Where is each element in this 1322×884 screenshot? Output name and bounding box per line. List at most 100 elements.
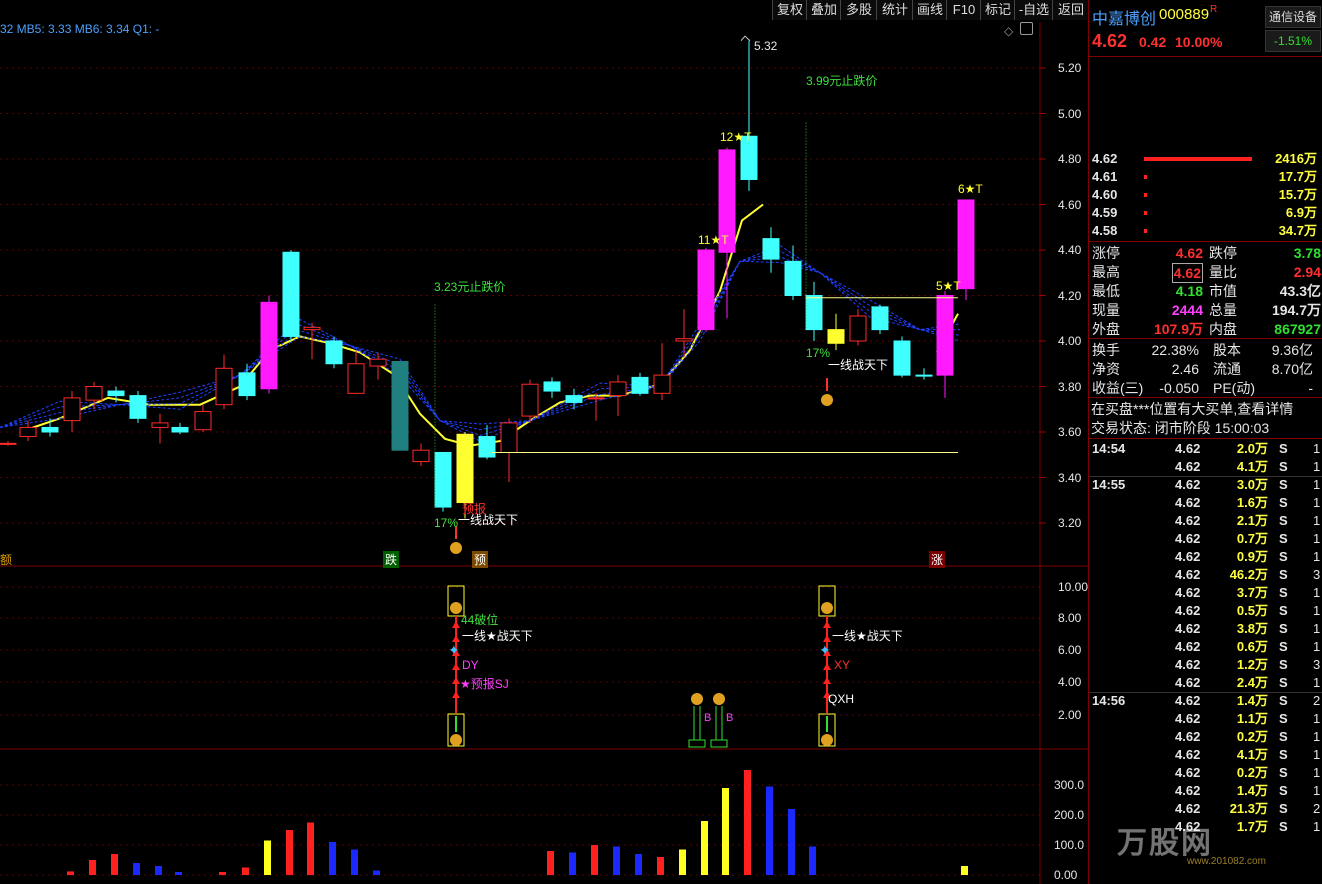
- sector-button[interactable]: 通信设备: [1265, 6, 1321, 28]
- candle-body: [0, 442, 17, 445]
- tick-price: 4.62: [1175, 657, 1201, 672]
- quote-label: 内盘: [1209, 321, 1237, 337]
- current-price: 4.62: [1092, 31, 1128, 51]
- tick-side: S: [1279, 567, 1288, 582]
- tick-side: S: [1279, 783, 1288, 798]
- high-price-label: 5.32: [754, 39, 778, 53]
- volume-bar: [133, 863, 140, 875]
- quote-label: 最高: [1092, 264, 1120, 280]
- quote-row: 外盘 107.9万 内盘 867927: [1089, 320, 1322, 338]
- price-axis-label: 3.20: [1058, 516, 1082, 530]
- tick-row: 14:54 4.62 2.0万 S 1: [1089, 440, 1322, 458]
- butterfly-icon: ✦: [448, 642, 460, 658]
- tick-count: 1: [1313, 603, 1321, 618]
- candle-body: [543, 381, 561, 392]
- tick-row: 4.62 4.1万 S 1: [1089, 746, 1322, 764]
- kline-chart[interactable]: ✦ ✦: [0, 0, 1088, 884]
- price-axis-label: 4.80: [1058, 152, 1082, 166]
- indicator-axis-label: 10.00: [1058, 580, 1089, 594]
- tick-side: S: [1279, 639, 1288, 654]
- tick-side: S: [1279, 747, 1288, 762]
- tick-price: 4.62: [1175, 513, 1201, 528]
- tick-row: 4.62 0.7万 S 1: [1089, 530, 1322, 548]
- tick-price: 4.62: [1175, 675, 1201, 690]
- candle-body: [171, 426, 189, 433]
- qxh-label: QXH: [828, 692, 855, 706]
- tick-volume: 1.4万: [1236, 783, 1268, 798]
- price-axis-label: 3.80: [1058, 379, 1082, 394]
- quote-label: 外盘: [1092, 321, 1120, 337]
- candle-body: [893, 340, 911, 376]
- quote2-row: 换手 22.38% 股本 9.36亿: [1089, 341, 1322, 359]
- tick-count: 3: [1313, 567, 1321, 582]
- candle-body: [260, 301, 278, 390]
- volume-bar: [175, 872, 182, 875]
- b-label-2: B: [726, 712, 734, 724]
- tick-row: 4.62 0.5万 S 1: [1089, 602, 1322, 620]
- quote-label: 跌停: [1209, 245, 1237, 261]
- tick-count: 1: [1313, 585, 1321, 600]
- candle-body: [238, 372, 256, 397]
- price-axis-label: 4.20: [1058, 288, 1082, 303]
- ask-price: 4.61: [1092, 169, 1118, 184]
- tick-volume: 0.2万: [1236, 729, 1268, 744]
- candle-body: [871, 306, 889, 331]
- tick-row: 4.62 46.2万 S 3: [1089, 566, 1322, 584]
- tick-row: 4.62 4.1万 S 1: [1089, 458, 1322, 476]
- order-book-row[interactable]: 4.62 2416万: [1089, 150, 1322, 168]
- price-axis-label: 4.40: [1058, 243, 1082, 257]
- volume-bar: [67, 871, 74, 875]
- volume-bar: [613, 846, 620, 875]
- candle-body: [521, 383, 539, 417]
- tick-volume: 0.9万: [1236, 549, 1268, 564]
- tick-volume: 0.7万: [1236, 531, 1268, 546]
- volume-bar: [961, 866, 968, 875]
- quote-value: 2.94: [1293, 264, 1321, 280]
- tick-row: 4.62 1.4万 S 1: [1089, 782, 1322, 800]
- quote-label: 量比: [1209, 264, 1237, 280]
- candle-body: [805, 295, 823, 331]
- order-book-row[interactable]: 4.60 15.7万: [1089, 186, 1322, 204]
- up-arrow-icon: [452, 663, 460, 670]
- quote-value: 2.46: [1171, 361, 1199, 377]
- order-book-row[interactable]: 4.61 17.7万: [1089, 168, 1322, 186]
- quote-label: 涨停: [1092, 245, 1120, 261]
- order-book-row[interactable]: 4.58 34.7万: [1089, 222, 1322, 240]
- ask-price: 4.62: [1092, 151, 1118, 166]
- tick-count: 1: [1313, 441, 1321, 456]
- tick-count: 1: [1313, 531, 1321, 546]
- quote-label: 换手: [1092, 342, 1120, 358]
- order-book-row[interactable]: 4.59 6.9万: [1089, 204, 1322, 222]
- tick-volume: 4.1万: [1236, 459, 1268, 474]
- quote2-row: 收益(三) -0.050 PE(动) -: [1089, 379, 1322, 397]
- money-bag-icon: [821, 394, 833, 406]
- volume-bar-indicator: [1144, 211, 1147, 215]
- volume-bar: [679, 849, 686, 875]
- volume-bar: [547, 851, 554, 875]
- chart-area[interactable]: 复权 叠加 多股 统计 画线 F10 标记 -自选 返回 32 MB5: 3.3…: [0, 0, 1089, 884]
- stop-loss-label-2: 3.99元止跌价: [806, 74, 878, 88]
- quote-label: 股本: [1213, 342, 1241, 358]
- candle-body: [609, 381, 627, 397]
- yixian-ind-b: 一线★战天下: [832, 629, 903, 643]
- dy-label: DY: [462, 658, 479, 672]
- tick-separator: [1089, 692, 1322, 693]
- candle-body: [391, 360, 409, 451]
- tick-count: 3: [1313, 657, 1321, 672]
- indicator-axis-label: 8.00: [1058, 611, 1082, 625]
- tick-count: 2: [1313, 801, 1321, 816]
- tick-price: 4.62: [1175, 747, 1201, 762]
- quote-value: 3.78: [1293, 245, 1321, 261]
- tick-count: 1: [1313, 639, 1321, 654]
- tick-price: 4.62: [1175, 711, 1201, 726]
- tick-side: S: [1279, 477, 1288, 492]
- tick-row: 4.62 2.4万 S 1: [1089, 674, 1322, 692]
- volume-bar: [286, 830, 293, 875]
- big-order-notice[interactable]: 在买盘***位置有大买单,查看详情: [1091, 400, 1322, 418]
- tick-count: 1: [1313, 819, 1321, 834]
- ask-price: 4.59: [1092, 205, 1118, 220]
- ask-volume: 34.7万: [1278, 223, 1317, 238]
- volume-bar-indicator: [1144, 193, 1147, 197]
- tick-count: 1: [1313, 549, 1321, 564]
- tick-price: 4.62: [1175, 549, 1201, 564]
